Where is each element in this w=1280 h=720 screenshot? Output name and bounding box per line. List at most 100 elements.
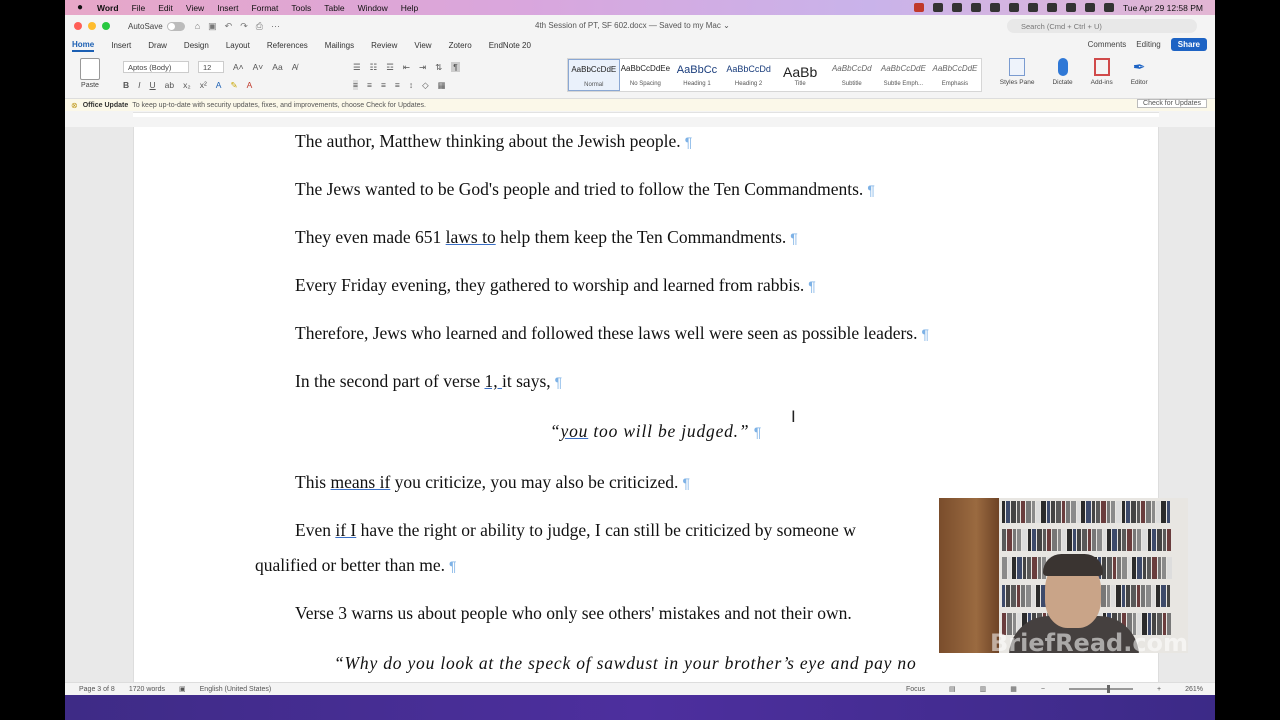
style-emphasis[interactable]: AaBbCcDdE Emphasis <box>929 59 981 91</box>
battery-icon[interactable] <box>1008 3 1019 12</box>
print-icon[interactable]: ⎙ <box>256 21 263 32</box>
sort-icon[interactable]: ⇅ <box>435 62 442 73</box>
search-icon[interactable] <box>1046 3 1057 12</box>
paragraph[interactable]: Therefore, Jews who learned and followed… <box>295 323 929 344</box>
decrease-indent-icon[interactable]: ⇤ <box>403 62 410 73</box>
quote-paragraph[interactable]: “Why do you look at the speck of sawdust… <box>334 653 917 674</box>
line-spacing-icon[interactable]: ↕ <box>409 80 413 90</box>
add-ins-button[interactable]: Add-ins <box>1091 58 1113 86</box>
tab-layout[interactable]: Layout <box>226 41 250 50</box>
more-icon[interactable]: ⋯ <box>271 21 280 32</box>
italic-icon[interactable]: I <box>138 80 140 90</box>
word-count[interactable]: 1720 words <box>129 686 165 693</box>
volume-icon[interactable] <box>970 3 981 12</box>
align-left-icon[interactable]: ≡ <box>353 80 358 90</box>
editor-button[interactable]: ✒ Editor <box>1131 58 1148 86</box>
menubar-clock[interactable]: Tue Apr 29 12:58 PM <box>1123 3 1203 13</box>
focus-button[interactable]: Focus <box>906 686 925 693</box>
show-formatting-icon[interactable]: ¶ <box>451 62 460 72</box>
comments-button[interactable]: Comments <box>1088 40 1127 49</box>
check-for-updates-button[interactable]: Check for Updates <box>1137 99 1207 108</box>
font-size-select[interactable]: 12 <box>198 61 224 73</box>
bullets-icon[interactable]: ☰ <box>353 62 361 73</box>
tab-review[interactable]: Review <box>371 41 397 50</box>
subscript-icon[interactable]: x₂ <box>183 80 191 90</box>
close-icon[interactable]: ⊗ <box>71 101 78 110</box>
home-icon[interactable]: ⌂ <box>195 21 200 32</box>
bold-icon[interactable]: B <box>123 80 129 90</box>
paste-button[interactable]: Paste <box>71 58 109 89</box>
proofing-icon[interactable]: ▣ <box>179 685 186 693</box>
increase-indent-icon[interactable]: ⇥ <box>419 62 426 73</box>
paragraph[interactable]: They even made 651 laws to help them kee… <box>295 227 798 248</box>
justify-icon[interactable]: ≡ <box>395 80 400 90</box>
tab-draw[interactable]: Draw <box>148 41 167 50</box>
zoom-level[interactable]: 261% <box>1185 686 1203 693</box>
close-button[interactable] <box>74 22 82 30</box>
bluetooth-icon[interactable] <box>989 3 1000 12</box>
status-icon[interactable] <box>932 3 943 12</box>
web-layout-icon[interactable]: ▥ <box>980 685 987 693</box>
menu-view[interactable]: View <box>186 3 204 13</box>
menu-edit[interactable]: Edit <box>158 3 173 13</box>
align-center-icon[interactable]: ≡ <box>367 80 372 90</box>
styles-pane-button[interactable]: Styles Pane <box>1000 58 1034 86</box>
tab-references[interactable]: References <box>267 41 308 50</box>
align-right-icon[interactable]: ≡ <box>381 80 386 90</box>
keyboard-icon[interactable] <box>1065 3 1076 12</box>
tab-zotero[interactable]: Zotero <box>449 41 472 50</box>
search-input[interactable]: Search (Cmd + Ctrl + U) <box>1007 19 1197 33</box>
change-case-icon[interactable]: Aa <box>272 62 282 72</box>
app-status-icon[interactable] <box>913 3 924 12</box>
paragraph[interactable]: Verse 3 warns us about people who only s… <box>295 603 852 624</box>
shading-icon[interactable]: ◇ <box>422 80 429 91</box>
tab-insert[interactable]: Insert <box>111 41 131 50</box>
menu-insert[interactable]: Insert <box>217 3 238 13</box>
page-count[interactable]: Page 3 of 8 <box>79 686 115 693</box>
paragraph[interactable]: Even if I have the right or ability to j… <box>295 520 856 541</box>
paragraph[interactable]: The author, Matthew thinking about the J… <box>295 131 692 152</box>
document-title[interactable]: 4th Session of PT, SF 602.docx — Saved t… <box>535 21 730 30</box>
menu-format[interactable]: Format <box>251 3 278 13</box>
clear-formatting-icon[interactable]: A̸ <box>292 62 298 72</box>
borders-icon[interactable]: ▦ <box>438 80 446 91</box>
wifi-icon[interactable] <box>1027 3 1038 12</box>
text-effects-icon[interactable]: A <box>216 80 222 90</box>
font-name-select[interactable]: Aptos (Body) <box>123 61 189 73</box>
superscript-icon[interactable]: x² <box>200 80 207 90</box>
tab-view[interactable]: View <box>414 41 431 50</box>
paragraph[interactable]: In the second part of verse 1, it says, ¶ <box>295 371 562 392</box>
quote-paragraph[interactable]: “you too will be judged.” ¶ <box>550 421 762 442</box>
tab-design[interactable]: Design <box>184 41 209 50</box>
autosave-toggle[interactable]: AutoSave <box>128 21 185 31</box>
style-no-spacing[interactable]: AaBbCcDdEe No Spacing <box>620 59 672 91</box>
tab-mailings[interactable]: Mailings <box>325 41 354 50</box>
dictate-button[interactable]: Dictate <box>1052 58 1073 86</box>
style-normal[interactable]: AaBbCcDdE Normal <box>568 59 620 91</box>
menu-app[interactable]: Word <box>97 3 119 13</box>
horizontal-ruler[interactable] <box>65 111 1215 117</box>
strikethrough-icon[interactable]: ab <box>165 80 174 90</box>
style-heading-1[interactable]: AaBbCc Heading 1 <box>671 59 723 91</box>
menu-tools[interactable]: Tools <box>291 3 311 13</box>
menu-window[interactable]: Window <box>358 3 388 13</box>
style-subtitle[interactable]: AaBbCcDd Subtitle <box>826 59 878 91</box>
siri-icon[interactable] <box>1103 3 1114 12</box>
control-center-icon[interactable] <box>1084 3 1095 12</box>
redo-icon[interactable]: ↷ <box>240 21 248 32</box>
editing-button[interactable]: Editing <box>1136 40 1160 49</box>
shrink-font-icon[interactable]: A˅ <box>253 62 264 72</box>
outline-view-icon[interactable]: ▦ <box>1010 685 1017 693</box>
zoom-in-icon[interactable]: + <box>1157 686 1161 693</box>
style-title[interactable]: AaBb Title <box>774 59 826 91</box>
paragraph[interactable]: The Jews wanted to be God's people and t… <box>295 179 875 200</box>
style-subtle-emphasis[interactable]: AaBbCcDdE Subtle Emph... <box>878 59 930 91</box>
paragraph[interactable]: This means if you criticize, you may als… <box>295 472 690 493</box>
save-icon[interactable]: ▣ <box>208 21 217 32</box>
language-status[interactable]: English (United States) <box>200 686 272 693</box>
undo-icon[interactable]: ↶ <box>225 21 233 32</box>
minimize-button[interactable] <box>88 22 96 30</box>
highlight-icon[interactable]: ✎ <box>230 80 237 91</box>
menu-file[interactable]: File <box>132 3 146 13</box>
tab-home[interactable]: Home <box>72 40 95 52</box>
